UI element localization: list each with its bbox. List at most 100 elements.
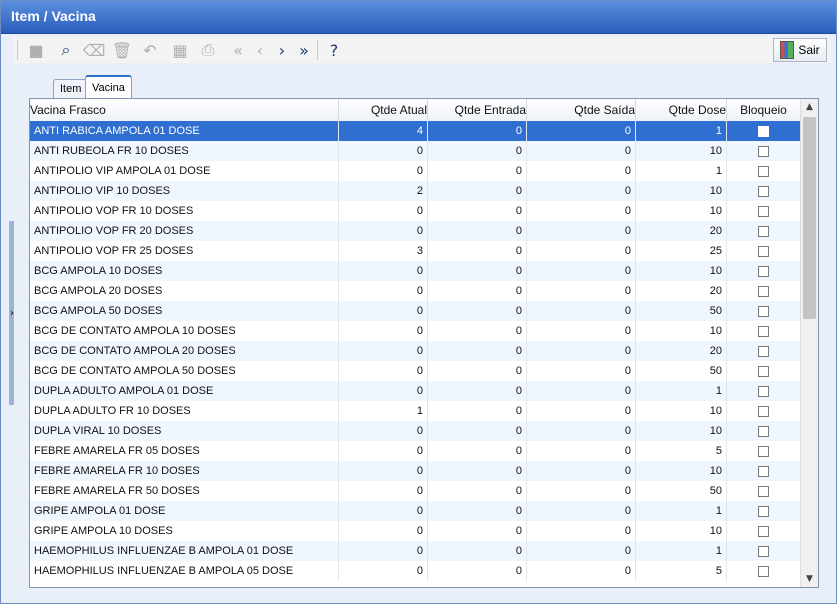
table-row[interactable]: FEBRE AMARELA FR 05 DOSES 0 0 0 5 [30,441,800,461]
tab-vacina[interactable]: Vacina [85,75,132,99]
tab-item[interactable]: Item [53,79,89,98]
column-header-qtde-atual[interactable]: Qtde Atual [339,99,428,121]
bloqueio-checkbox[interactable] [758,405,769,417]
next-icon[interactable]: › [271,39,293,61]
column-header-qtde-dose[interactable]: Qtde Dose [636,99,727,121]
scroll-up-icon[interactable]: ▲ [801,99,818,115]
bloqueio-checkbox[interactable] [758,505,769,517]
column-header-qtde-entrada[interactable]: Qtde Entrada [428,99,527,121]
scroll-thumb[interactable] [803,117,816,319]
cell-vacina-frasco: ANTIPOLIO VOP FR 25 DOSES [30,241,339,261]
bloqueio-checkbox[interactable] [758,285,769,297]
bloqueio-checkbox[interactable] [758,485,769,497]
cell-qtde-atual: 0 [339,481,428,501]
cell-vacina-frasco: FEBRE AMARELA FR 50 DOSES [30,481,339,501]
table-row[interactable]: BCG AMPOLA 20 DOSES 0 0 0 20 [30,281,800,301]
stop-icon[interactable]: ■ [25,39,47,61]
prev-icon[interactable]: ‹ [249,39,271,61]
bloqueio-checkbox[interactable] [758,565,769,577]
bloqueio-checkbox[interactable] [758,445,769,457]
cell-qtde-dose: 25 [636,241,727,261]
eraser-icon[interactable]: ⌫ [83,39,106,61]
table-row[interactable]: FEBRE AMARELA FR 50 DOSES 0 0 0 50 [30,481,800,501]
table-row[interactable]: DUPLA ADULTO AMPOLA 01 DOSE 0 0 0 1 [30,381,800,401]
last-icon[interactable]: » [293,39,315,61]
table-row[interactable]: ANTIPOLIO VOP FR 20 DOSES 0 0 0 20 [30,221,800,241]
scroll-down-icon[interactable]: ▼ [801,571,818,587]
bloqueio-checkbox[interactable] [758,205,769,217]
trash-icon[interactable]: 🗑 [111,39,133,61]
cell-vacina-frasco: ANTIPOLIO VIP AMPOLA 01 DOSE [30,161,339,181]
table-row[interactable]: GRIPE AMPOLA 01 DOSE 0 0 0 1 [30,501,800,521]
bloqueio-checkbox[interactable] [758,365,769,377]
cell-qtde-saida: 0 [527,541,636,561]
bloqueio-checkbox[interactable] [758,265,769,277]
bloqueio-checkbox[interactable] [758,245,769,257]
help-icon[interactable]: ? [323,39,345,61]
table-row[interactable]: ANTIPOLIO VOP FR 10 DOSES 0 0 0 10 [30,201,800,221]
table-row[interactable]: ANTIPOLIO VOP FR 25 DOSES 3 0 0 25 [30,241,800,261]
cell-qtde-saida: 0 [527,201,636,221]
cell-bloqueio [727,201,800,221]
bloqueio-checkbox[interactable] [758,225,769,237]
cell-bloqueio [727,161,800,181]
bloqueio-checkbox[interactable] [758,145,769,157]
bloqueio-checkbox[interactable] [758,185,769,197]
table-row[interactable]: HAEMOPHILUS INFLUENZAE B AMPOLA 01 DOSE 0… [30,541,800,561]
bloqueio-checkbox[interactable] [758,125,769,137]
table-row[interactable]: BCG DE CONTATO AMPOLA 20 DOSES 0 0 0 20 [30,341,800,361]
cell-qtde-dose: 10 [636,201,727,221]
first-icon[interactable]: « [227,39,249,61]
save-icon[interactable]: ▦ [169,39,191,61]
table-row[interactable]: BCG AMPOLA 50 DOSES 0 0 0 50 [30,301,800,321]
table-row[interactable]: DUPLA ADULTO FR 10 DOSES 1 0 0 10 [30,401,800,421]
table-row[interactable]: GRIPE AMPOLA 10 DOSES 0 0 0 10 [30,521,800,541]
cell-qtde-entrada: 0 [428,521,527,541]
binoculars-icon[interactable]: ⌕ [55,39,77,61]
print-icon[interactable]: ⎙ [197,39,219,61]
cell-vacina-frasco: FEBRE AMARELA FR 05 DOSES [30,441,339,461]
cell-qtde-atual: 0 [339,261,428,281]
bloqueio-checkbox[interactable] [758,525,769,537]
exit-button[interactable]: Sair [773,38,827,62]
cell-qtde-atual: 0 [339,201,428,221]
cell-qtde-atual: 3 [339,241,428,261]
vertical-scrollbar[interactable]: ▲ ▼ [800,99,818,587]
table-row[interactable]: DUPLA VIRAL 10 DOSES 0 0 0 10 [30,421,800,441]
cell-qtde-entrada: 0 [428,401,527,421]
table-row[interactable]: BCG DE CONTATO AMPOLA 10 DOSES 0 0 0 10 [30,321,800,341]
bloqueio-checkbox[interactable] [758,305,769,317]
bloqueio-checkbox[interactable] [758,465,769,477]
column-header-qtde-saida[interactable]: Qtde Saída [527,99,636,121]
cell-qtde-atual: 0 [339,301,428,321]
cell-bloqueio [727,521,800,541]
bloqueio-checkbox[interactable] [758,385,769,397]
column-header-vacina-frasco[interactable]: Vacina Frasco [30,99,339,121]
table-row[interactable]: ANTIPOLIO VIP 10 DOSES 2 0 0 10 [30,181,800,201]
cell-qtde-atual: 0 [339,461,428,481]
cell-bloqueio [727,181,800,201]
bloqueio-checkbox[interactable] [758,345,769,357]
cell-bloqueio [727,321,800,341]
table-row[interactable]: ANTI RABICA AMPOLA 01 DOSE 4 0 0 1 [30,121,800,141]
expand-arrow-icon[interactable]: › [10,308,14,319]
table-row[interactable]: FEBRE AMARELA FR 10 DOSES 0 0 0 10 [30,461,800,481]
table-row[interactable]: BCG DE CONTATO AMPOLA 50 DOSES 0 0 0 50 [30,361,800,381]
cell-qtde-atual: 0 [339,141,428,161]
cell-bloqueio [727,221,800,241]
undo-icon[interactable]: ↶ [139,39,161,61]
column-header-bloqueio[interactable]: Bloqueio [727,99,800,121]
bloqueio-checkbox[interactable] [758,165,769,177]
table-row[interactable]: BCG AMPOLA 10 DOSES 0 0 0 10 [30,261,800,281]
cell-vacina-frasco: HAEMOPHILUS INFLUENZAE B AMPOLA 01 DOSE [30,541,339,561]
table-row[interactable]: ANTIPOLIO VIP AMPOLA 01 DOSE 0 0 0 1 [30,161,800,181]
bloqueio-checkbox[interactable] [758,425,769,437]
bloqueio-checkbox[interactable] [758,545,769,557]
cell-qtde-entrada: 0 [428,261,527,281]
table-row[interactable]: ANTI RUBEOLA FR 10 DOSES 0 0 0 10 [30,141,800,161]
cell-qtde-dose: 10 [636,421,727,441]
cell-bloqueio [727,341,800,361]
table-row[interactable]: HAEMOPHILUS INFLUENZAE B AMPOLA 05 DOSE 0… [30,561,800,581]
bloqueio-checkbox[interactable] [758,325,769,337]
cell-qtde-saida: 0 [527,481,636,501]
